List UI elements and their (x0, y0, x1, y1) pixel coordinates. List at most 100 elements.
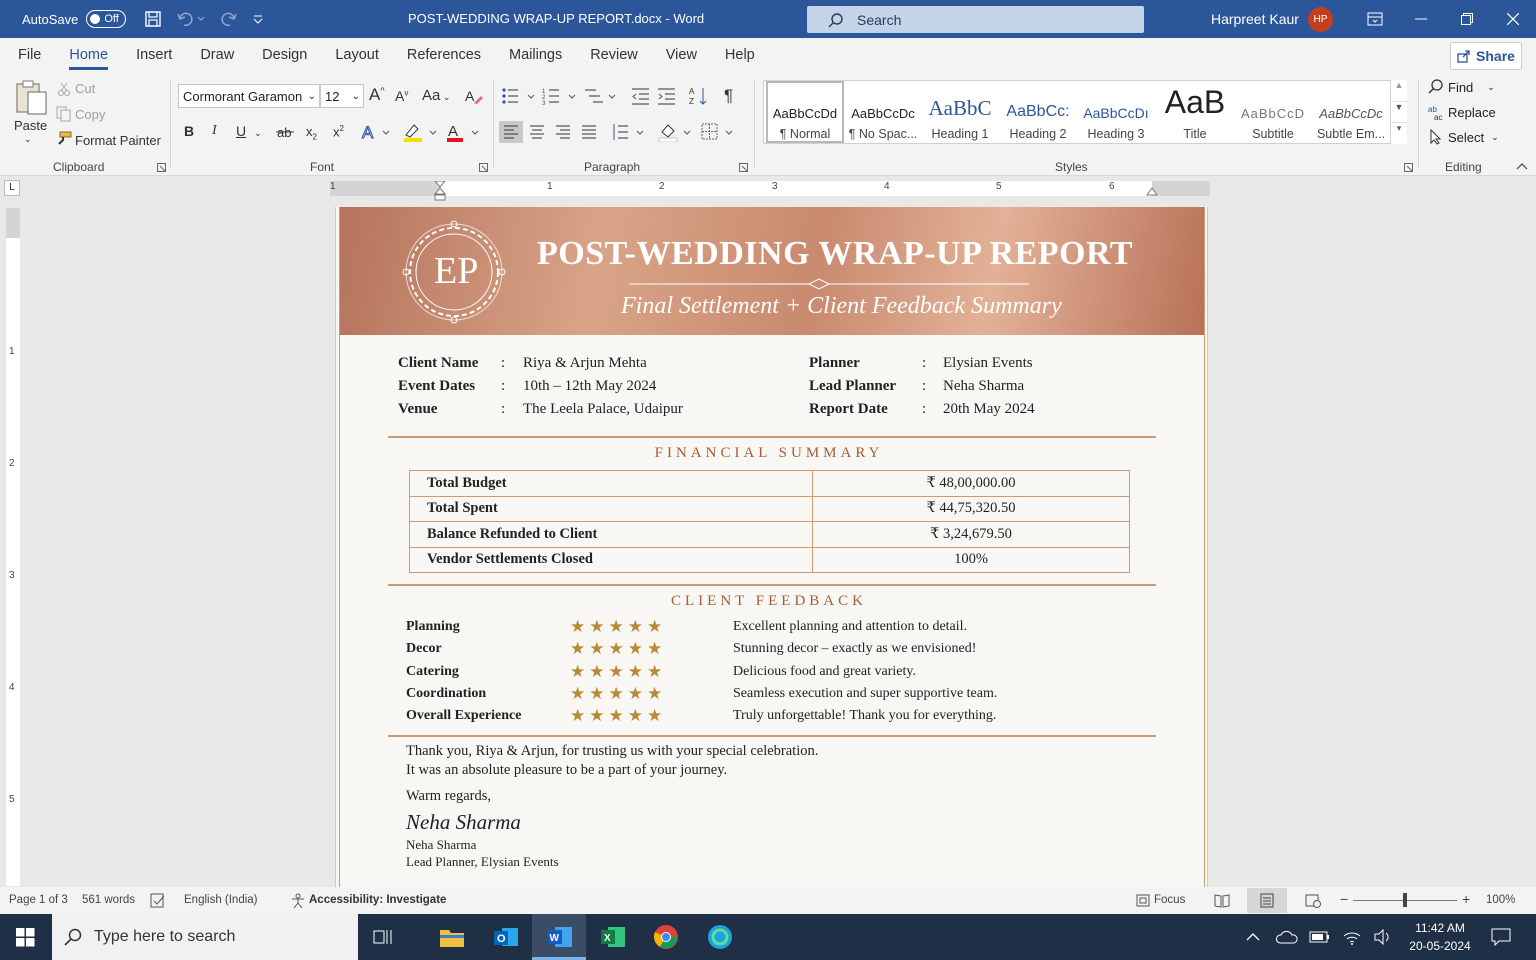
tab-references[interactable]: References (393, 38, 495, 72)
user-name[interactable]: Harpreet Kaur (1211, 11, 1299, 27)
align-right-icon[interactable] (555, 125, 571, 139)
multilevel-list-icon[interactable] (584, 87, 620, 105)
shrink-font-button[interactable]: Av (395, 88, 408, 104)
avatar[interactable]: HP (1308, 7, 1333, 32)
font-launcher-icon[interactable] (479, 163, 488, 172)
horizontal-ruler[interactable]: 1 1 2 3 4 5 6 7 (330, 181, 1210, 201)
zoom-in-button[interactable]: + (1462, 891, 1470, 907)
redo-icon[interactable] (220, 10, 238, 28)
windows-start-icon[interactable] (16, 928, 35, 947)
autosave-switch[interactable]: Off (86, 10, 127, 28)
focus-mode[interactable]: Focus (1154, 894, 1185, 906)
styles-more-icon[interactable]: ▾ (1391, 122, 1407, 142)
focus-icon[interactable] (1135, 893, 1151, 908)
text-effects-icon[interactable]: A (361, 122, 391, 142)
styles-scroll-up-icon[interactable]: ▲ (1391, 80, 1407, 101)
styles-scroll-buttons[interactable]: ▲ ▼ ▾ (1390, 80, 1407, 144)
tab-mailings[interactable]: Mailings (495, 38, 576, 72)
cut-button[interactable]: Cut (75, 81, 95, 96)
style-heading-1[interactable]: AaBbC Heading 1 (921, 81, 999, 143)
battery-icon[interactable] (1309, 930, 1331, 944)
notifications-icon[interactable] (1491, 928, 1511, 946)
ribbon-display-options-button[interactable] (1352, 0, 1398, 38)
file-explorer-icon[interactable] (437, 922, 467, 952)
style-no-spacing[interactable]: AaBbCcDc ¶ No Spac... (844, 81, 922, 143)
numbering-icon[interactable]: 123 (542, 87, 578, 105)
clear-formatting-icon[interactable]: A (464, 87, 484, 105)
accessibility-status[interactable]: Accessibility: Investigate (309, 894, 446, 906)
zoom-slider-thumb[interactable] (1403, 893, 1407, 907)
page-count[interactable]: Page 1 of 3 (9, 894, 68, 906)
font-color-icon[interactable]: A (446, 122, 482, 142)
line-spacing-icon[interactable] (611, 123, 647, 141)
tab-design[interactable]: Design (248, 38, 321, 72)
highlight-icon[interactable] (402, 122, 440, 142)
show-hidden-icons-icon[interactable] (1246, 932, 1260, 942)
clock[interactable]: 11:42 AM 20-05-2024 (1400, 919, 1480, 955)
restore-button[interactable] (1444, 0, 1490, 38)
bullets-icon[interactable] (501, 87, 537, 105)
zoom-level[interactable]: 100% (1486, 894, 1515, 906)
sort-icon[interactable]: AZ (689, 86, 709, 106)
superscript-button[interactable]: x2 (333, 124, 344, 139)
borders-icon[interactable] (701, 123, 737, 141)
indent-marker-icon[interactable] (434, 181, 446, 203)
italic-button[interactable]: I (212, 123, 217, 139)
decrease-indent-icon[interactable] (631, 87, 651, 105)
format-painter-button[interactable]: Format Painter (75, 133, 161, 148)
edge-icon[interactable] (705, 922, 735, 952)
style-heading-3[interactable]: AaBbCcDı Heading 3 (1077, 81, 1155, 143)
undo-icon[interactable] (176, 10, 206, 28)
right-indent-marker-icon[interactable] (1146, 185, 1158, 196)
web-layout-icon[interactable] (1305, 893, 1321, 908)
close-button[interactable] (1490, 0, 1536, 38)
volume-icon[interactable] (1373, 929, 1393, 945)
clipboard-launcher-icon[interactable] (157, 163, 166, 172)
styles-scroll-down-icon[interactable]: ▼ (1391, 101, 1407, 122)
accessibility-icon[interactable] (290, 893, 306, 908)
subscript-button[interactable]: x2 (306, 124, 317, 142)
autosave-toggle[interactable]: AutoSave Off (22, 10, 127, 28)
show-formatting-marks-button[interactable]: ¶ (724, 86, 733, 106)
document-page[interactable]: EP POST-WEDDING WRAP-UP REPORT Final Set… (335, 207, 1208, 887)
save-icon[interactable] (144, 10, 162, 28)
tab-home[interactable]: Home (55, 38, 122, 72)
tab-view[interactable]: View (652, 38, 711, 72)
collapse-ribbon-icon[interactable] (1516, 162, 1528, 170)
tab-review[interactable]: Review (576, 38, 652, 72)
style-heading-2[interactable]: AaBbCc: Heading 2 (999, 81, 1077, 143)
bold-button[interactable]: B (184, 123, 194, 139)
copy-button[interactable]: Copy (75, 107, 105, 122)
word-icon[interactable]: W (545, 922, 575, 952)
justify-icon[interactable] (581, 125, 597, 139)
customize-quick-access-icon[interactable] (252, 10, 264, 28)
paragraph-launcher-icon[interactable] (739, 163, 748, 172)
shading-icon[interactable] (658, 122, 694, 142)
taskbar-search-box[interactable]: Type here to search (52, 914, 358, 960)
tab-draw[interactable]: Draw (186, 38, 248, 72)
zoom-out-button[interactable]: − (1340, 891, 1348, 907)
language[interactable]: English (India) (184, 894, 258, 906)
select-button[interactable]: Select ⌄ (1428, 127, 1499, 147)
style-subtitle[interactable]: AaBbCcD Subtitle (1234, 81, 1312, 143)
strikethrough-icon[interactable]: ab (276, 124, 294, 140)
read-mode-icon[interactable] (1214, 893, 1230, 908)
tab-insert[interactable]: Insert (122, 38, 186, 72)
font-size-dropdown[interactable]: 12 ⌄ (320, 84, 364, 108)
search-box[interactable]: Search (807, 6, 1144, 33)
find-button[interactable]: Find ⌄ (1428, 77, 1495, 97)
vertical-ruler[interactable]: 1 2 3 4 5 (6, 208, 20, 886)
increase-indent-icon[interactable] (657, 87, 677, 105)
tab-help[interactable]: Help (711, 38, 769, 72)
tab-selector[interactable]: L (4, 180, 20, 196)
grow-font-button[interactable]: A^ (369, 85, 385, 105)
proofing-icon[interactable] (150, 893, 166, 908)
style-normal[interactable]: AaBbCcDd ¶ Normal (766, 81, 844, 143)
align-left-icon[interactable] (499, 121, 523, 143)
change-case-button[interactable]: Aa ⌄ (422, 87, 450, 104)
chrome-icon[interactable] (651, 922, 681, 952)
wifi-icon[interactable] (1342, 928, 1362, 946)
tab-layout[interactable]: Layout (321, 38, 393, 72)
style-subtle-emphasis[interactable]: AaBbCcDc Subtle Em... (1312, 81, 1390, 143)
tab-file[interactable]: File (4, 38, 55, 72)
